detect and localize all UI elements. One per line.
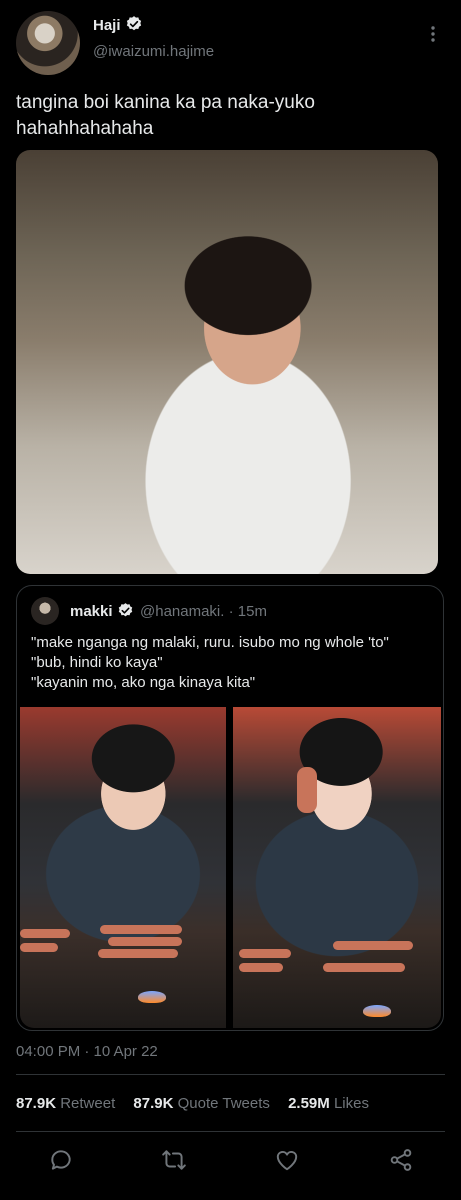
likes-count: 2.59M [288, 1095, 330, 1112]
share-icon[interactable] [388, 1147, 414, 1173]
quoted-author-name-row[interactable]: makki [70, 602, 134, 620]
verified-badge-icon [125, 15, 143, 33]
flame-decor [138, 991, 166, 1003]
author-handle[interactable]: @iwaizumi.hajime [93, 43, 214, 60]
quoted-photo-left[interactable] [20, 707, 226, 1028]
sausage-decor [100, 925, 182, 934]
quoted-text-line: "bub, hindi ko kaya" [31, 654, 163, 671]
likes-stat[interactable]: 2.59M Likes [288, 1095, 369, 1112]
retweets-label: Retweet [60, 1095, 116, 1112]
sausage-decor [333, 941, 413, 950]
reply-icon[interactable] [48, 1147, 74, 1173]
quotes-stat[interactable]: 87.9K Quote Tweets [133, 1095, 269, 1112]
retweets-stat[interactable]: 87.9K Retweet [16, 1095, 115, 1112]
sausage-decor [108, 937, 182, 946]
tweet-stats: 87.9K Retweet 87.9K Quote Tweets 2.59M L… [16, 1095, 369, 1112]
sausage-decor [323, 963, 405, 972]
quoted-tweet-text: "make nganga ng malaki, ruru. isubo mo n… [31, 633, 431, 693]
author-name[interactable]: Haji [93, 17, 121, 34]
sausage-decor [20, 943, 58, 952]
tweet-photo[interactable] [16, 150, 438, 574]
quotes-label: Quote Tweets [177, 1095, 270, 1112]
quoted-author-avatar[interactable] [31, 597, 59, 625]
quoted-text-line: "kayanin mo, ako nga kinaya kita" [31, 674, 256, 691]
sausage-decor [20, 929, 70, 938]
like-icon[interactable] [274, 1147, 300, 1173]
sausage-decor [239, 963, 283, 972]
likes-label: Likes [333, 1095, 369, 1112]
flame-decor [363, 1005, 391, 1017]
verified-badge-icon [117, 602, 134, 619]
divider [16, 1131, 445, 1132]
retweets-count: 87.9K [16, 1095, 57, 1112]
sausage-decor [98, 949, 178, 958]
more-vertical-icon[interactable] [426, 24, 440, 44]
quoted-text-line: "make nganga ng malaki, ruru. isubo mo n… [31, 634, 389, 651]
author-avatar[interactable] [16, 11, 80, 75]
quoted-photo-right[interactable] [233, 707, 441, 1028]
sausage-decor [239, 949, 291, 958]
quoted-author-name[interactable]: makki [70, 603, 113, 620]
tweet-text: tangina boi kanina ka pa naka-yuko hahah… [16, 92, 315, 139]
quoted-author-handle[interactable]: @hanamaki. · 15m [140, 603, 267, 620]
sausage-decor [297, 767, 317, 813]
quotes-count: 87.9K [133, 1095, 174, 1112]
tweet-timestamp[interactable]: 04:00 PM · 10 Apr 22 [16, 1043, 158, 1060]
divider [16, 1074, 445, 1075]
retweet-icon[interactable] [161, 1147, 187, 1173]
author-name-row[interactable]: Haji [93, 15, 143, 34]
